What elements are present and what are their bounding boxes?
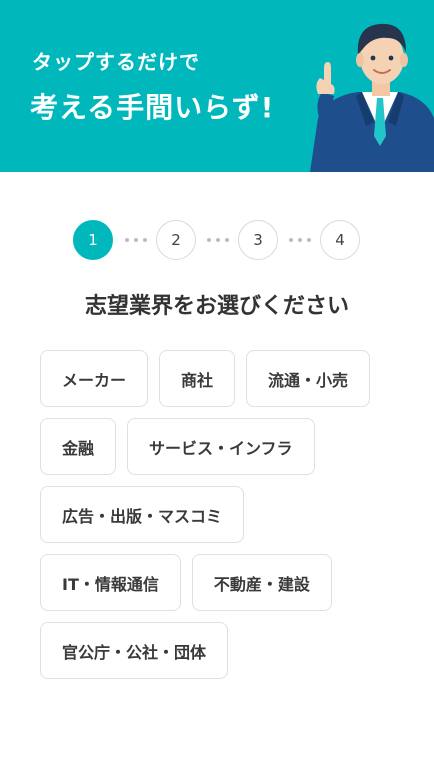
choice-row: 金融 サービス・インフラ	[40, 418, 394, 475]
step-indicator: 1 2 3 4	[0, 220, 434, 262]
choice-public-sector[interactable]: 官公庁・公社・団体	[40, 622, 229, 679]
businessman-illustration	[310, 23, 434, 172]
step-2: 2	[156, 220, 196, 260]
choice-finance[interactable]: 金融	[40, 418, 117, 475]
step-connector-dots	[207, 237, 229, 243]
step-1: 1	[73, 220, 113, 260]
step-4: 4	[320, 220, 360, 260]
choice-service-infrastructure[interactable]: サービス・インフラ	[127, 418, 315, 475]
choice-it-telecom[interactable]: IT・情報通信	[40, 554, 181, 611]
choice-distribution-retail[interactable]: 流通・小売	[246, 350, 371, 407]
step-connector-dots	[289, 237, 311, 243]
choice-trading-company[interactable]: 商社	[159, 350, 236, 407]
choice-row: 広告・出版・マスコミ	[40, 486, 394, 543]
choice-row: IT・情報通信 不動産・建設	[40, 554, 394, 611]
industry-choice-list: メーカー 商社 流通・小売 金融 サービス・インフラ 広告・出版・マスコミ IT…	[40, 350, 394, 690]
choice-manufacturer[interactable]: メーカー	[40, 350, 149, 407]
choice-advertising-publishing-media[interactable]: 広告・出版・マスコミ	[40, 486, 245, 543]
step-3: 3	[238, 220, 278, 260]
hero-banner: タップするだけで 考える手間いらず!	[0, 0, 434, 172]
choice-row: 官公庁・公社・団体	[40, 622, 394, 679]
banner-headline: 考える手間いらず!	[30, 91, 275, 124]
banner-subtitle: タップするだけで	[32, 50, 200, 74]
choice-real-estate-construction[interactable]: 不動産・建設	[191, 554, 332, 611]
choice-row: メーカー 商社 流通・小売	[40, 350, 394, 407]
question-title: 志望業界をお選びください	[84, 294, 349, 319]
step-connector-dots	[125, 237, 147, 243]
